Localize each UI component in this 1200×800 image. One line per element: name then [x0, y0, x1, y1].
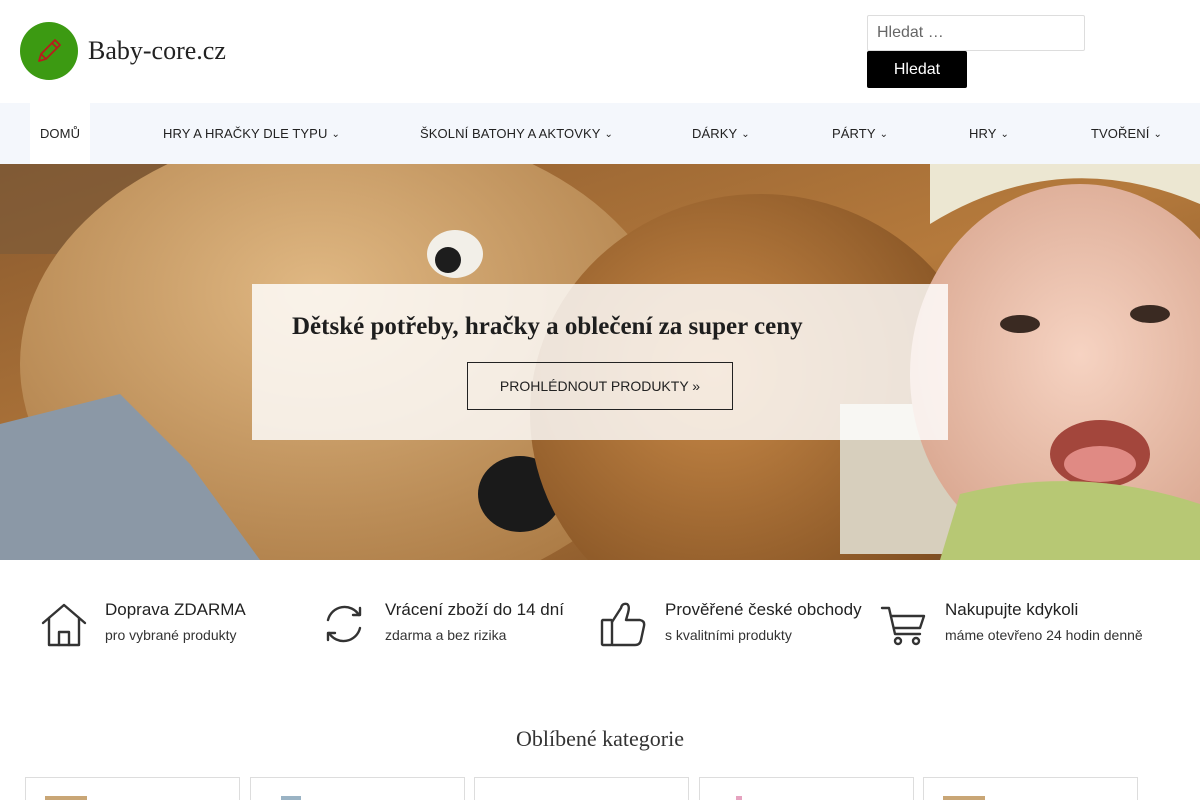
category-card[interactable] [250, 777, 465, 800]
browse-products-button[interactable]: Prohlédnout produkty » [467, 362, 733, 410]
nav-item-home[interactable]: Domů [30, 103, 90, 164]
nav-item-label: Párty [832, 126, 876, 141]
category-card[interactable] [923, 777, 1138, 800]
nav-item-label: Hry a hračky dle typu [163, 126, 328, 141]
chevron-down-icon: ⌄ [604, 129, 614, 140]
chevron-down-icon: ⌄ [741, 129, 750, 140]
refresh-icon [326, 605, 362, 643]
chevron-down-icon: ⌄ [1000, 129, 1009, 140]
feature-returns: Vrácení zboží do 14 dní zdarma a bez riz… [320, 598, 600, 658]
feature-subtitle: pro vybrané produkty [105, 627, 237, 643]
feature-title: Nakupujte kdykoli [945, 600, 1079, 619]
chevron-down-icon: ⌄ [331, 129, 340, 140]
category-image [45, 796, 87, 800]
main-nav: Domů Hry a hračky dle typu ⌄ Školní bato… [0, 103, 1200, 164]
nav-item-label: Školní batohy a aktovky [420, 126, 601, 141]
thumbs-up-icon [600, 602, 646, 647]
nav-item-games[interactable]: Hry ⌄ [969, 103, 1009, 164]
nav-item-label: Domů [39, 126, 81, 141]
nav-item-school-bags[interactable]: Školní batohy a aktovky ⌄ [420, 103, 613, 164]
nav-item-label: Tvoření [1091, 126, 1150, 141]
feature-subtitle: zdarma a bez rizika [385, 627, 507, 643]
site-logo[interactable] [20, 22, 78, 80]
chevron-down-icon: ⌄ [879, 129, 889, 140]
chevron-down-icon: ⌄ [1153, 129, 1162, 140]
search-button[interactable]: Hledat [867, 51, 967, 88]
feature-subtitle: s kvalitními produkty [665, 627, 792, 643]
feature-shop-anytime: Nakupujte kdykoli máme otevřeno 24 hodin… [880, 598, 1160, 658]
hero-panel: Dětské potřeby, hračky a oblečení za sup… [252, 284, 948, 440]
hero-banner: Dětské potřeby, hračky a oblečení za sup… [0, 164, 1200, 560]
feature-verified-shops: Prověřené české obchody s kvalitními pro… [600, 598, 880, 658]
feature-title: Doprava ZDARMA [105, 600, 246, 619]
hero-title: Dětské potřeby, hračky a oblečení za sup… [292, 313, 803, 340]
category-image [281, 796, 301, 800]
house-icon [41, 603, 87, 647]
nav-item-label: Hry [969, 126, 997, 141]
nav-item-toys-by-type[interactable]: Hry a hračky dle typu ⌄ [163, 103, 340, 164]
category-image [736, 796, 742, 800]
pencil-icon [38, 39, 61, 62]
category-card[interactable] [25, 777, 240, 800]
cart-icon [880, 606, 926, 646]
feature-title: Prověřené české obchody [665, 600, 862, 619]
nav-item-label: Dárky [692, 126, 738, 141]
categories-heading: Oblíbené kategorie [516, 726, 684, 751]
category-card[interactable] [474, 777, 689, 800]
category-image [943, 796, 985, 800]
nav-item-gifts[interactable]: Dárky ⌄ [692, 103, 750, 164]
nav-item-party[interactable]: Párty ⌄ [832, 103, 888, 164]
category-card[interactable] [699, 777, 914, 800]
feature-subtitle: máme otevřeno 24 hodin denně [945, 627, 1143, 643]
site-header: Baby-core.cz Hledat [0, 0, 1200, 103]
site-title[interactable]: Baby-core.cz [88, 36, 226, 66]
feature-free-shipping: Doprava ZDARMA pro vybrané produkty [40, 598, 320, 658]
search-input[interactable] [867, 15, 1085, 51]
nav-item-crafts[interactable]: Tvoření ⌄ [1091, 103, 1162, 164]
feature-title: Vrácení zboží do 14 dní [385, 600, 564, 619]
